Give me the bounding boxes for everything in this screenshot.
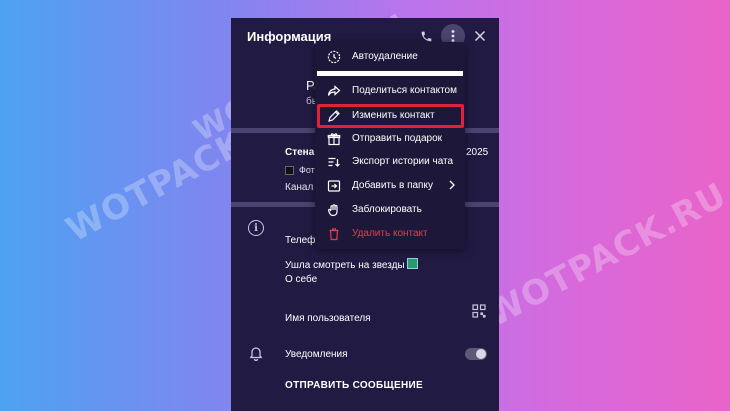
watermark: WOTPACK.RU: [480, 175, 730, 336]
photo-thumbnail-icon: [285, 166, 294, 175]
menu-item-share-contact[interactable]: Поделиться контактом: [315, 80, 465, 102]
context-menu: Автоудаление Поделиться контактом Измени…: [315, 42, 465, 249]
menu-item-label: Заблокировать: [352, 204, 422, 215]
send-message-button[interactable]: ОТПРАВИТЬ СООБЩЕНИЕ: [285, 380, 423, 391]
menu-item-export-history[interactable]: Экспорт истории чата: [315, 151, 465, 173]
folder-add-icon: [327, 179, 341, 193]
highlight-frame: [317, 104, 464, 128]
notifications-toggle[interactable]: [465, 348, 487, 360]
username-label: Имя пользователя: [285, 313, 371, 324]
menu-item-label: Удалить контакт: [352, 228, 428, 239]
wall-photo-label: Фот: [299, 165, 315, 175]
bio-label: О себе: [285, 274, 318, 285]
menu-item-label: Экспорт истории чата: [352, 156, 454, 167]
menu-separator: [317, 71, 463, 76]
toggle-knob: [476, 349, 486, 359]
menu-item-delete-contact[interactable]: Удалить контакт: [315, 223, 465, 245]
wall-channel-label: Канал: [285, 182, 314, 193]
telescope-emoji-icon: [406, 258, 418, 269]
export-icon: [327, 155, 341, 169]
menu-item-autodelete[interactable]: Автоудаление: [315, 46, 465, 68]
menu-item-label: Поделиться контактом: [352, 85, 457, 96]
menu-item-label: Автоудаление: [352, 51, 418, 62]
close-icon[interactable]: [468, 24, 492, 48]
qr-code-icon[interactable]: [472, 304, 486, 318]
menu-item-send-gift[interactable]: Отправить подарок: [315, 128, 465, 150]
bio-text-value: Ушла смотреть на звезды: [285, 260, 405, 271]
menu-item-block[interactable]: Заблокировать: [315, 199, 465, 221]
chevron-right-icon: [448, 179, 456, 191]
wall-date: 2025: [466, 147, 489, 158]
menu-item-label: Отправить подарок: [352, 133, 443, 144]
share-icon: [327, 84, 341, 98]
info-icon: i: [248, 220, 264, 236]
bio-text: Ушла смотреть на звезды: [285, 258, 418, 271]
menu-item-label: Добавить в папку: [352, 180, 433, 191]
bell-icon: [248, 345, 264, 362]
wall-title[interactable]: Стена: [285, 147, 314, 158]
timer-icon: [327, 50, 341, 64]
notifications-label: Уведомления: [285, 349, 348, 360]
menu-item-add-to-folder[interactable]: Добавить в папку: [315, 175, 465, 197]
gift-icon: [327, 132, 341, 146]
block-icon: [327, 203, 341, 217]
trash-icon: [327, 227, 341, 241]
